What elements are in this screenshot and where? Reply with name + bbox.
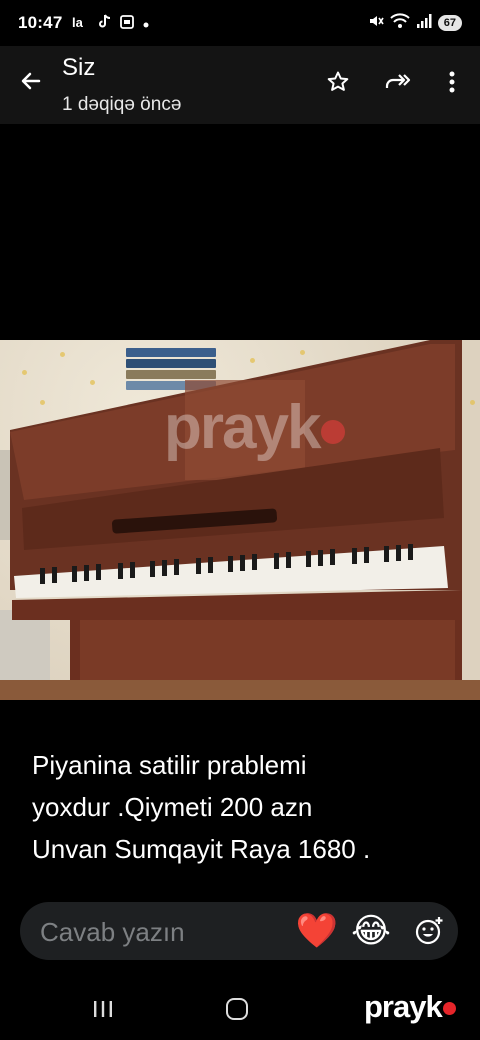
- story-caption: Piyanina satilir prablemi yoxdur .Qiymet…: [32, 744, 462, 870]
- logo-dot-icon: [442, 1002, 456, 1016]
- star-button[interactable]: [322, 66, 354, 98]
- screenshot-icon: [119, 14, 135, 33]
- status-time: 10:47: [18, 13, 63, 32]
- carrier-la-icon: la: [72, 15, 90, 32]
- status-right-icons: 67: [368, 12, 462, 34]
- back-button[interactable]: [14, 64, 48, 98]
- arrow-left-icon: [21, 72, 41, 90]
- recents-button[interactable]: [92, 999, 114, 1024]
- add-emoji-button[interactable]: [408, 910, 450, 952]
- heart-reaction-button[interactable]: ❤️: [296, 910, 338, 952]
- caption-line: yoxdur .Qiymeti 200 azn: [32, 792, 313, 822]
- story-header: Siz 1 dəqiqə öncə: [0, 46, 480, 124]
- status-left-icons: la: [72, 14, 149, 33]
- header-subtitle: 1 dəqiqə öncə: [62, 94, 182, 115]
- home-button[interactable]: [226, 998, 248, 1020]
- tiktok-icon: [98, 14, 111, 32]
- signal-icon: [416, 13, 432, 34]
- forward-icon: [385, 74, 411, 88]
- star-icon: [327, 71, 349, 91]
- reply-input[interactable]: Cavab yazın: [40, 917, 185, 948]
- caption-line: Unvan Sumqayit Raya 1680 .: [32, 834, 371, 864]
- prayk-logo: prayk: [364, 989, 456, 1025]
- reply-bar: Cavab yazın ❤️ 😂: [20, 902, 458, 960]
- laugh-reaction-button[interactable]: 😂: [350, 910, 392, 952]
- mute-icon: [368, 13, 384, 34]
- wifi-icon: [390, 12, 410, 34]
- svg-text:la: la: [72, 15, 84, 29]
- more-options-button[interactable]: [436, 66, 468, 98]
- notification-dot-icon: [143, 15, 149, 31]
- more-vert-icon: [449, 71, 455, 93]
- recents-icon: [94, 1001, 112, 1017]
- photo-watermark: prayk: [164, 392, 346, 463]
- emoji-add-icon: [415, 917, 443, 945]
- story-photo: prayk: [0, 340, 480, 700]
- status-bar: 10:47 la 67: [0, 0, 480, 46]
- forward-button[interactable]: [382, 66, 414, 98]
- header-title: Siz: [62, 54, 96, 81]
- caption-line: Piyanina satilir prablemi: [32, 750, 307, 780]
- battery-indicator: 67: [437, 15, 462, 31]
- system-nav-bar: prayk: [0, 985, 480, 1040]
